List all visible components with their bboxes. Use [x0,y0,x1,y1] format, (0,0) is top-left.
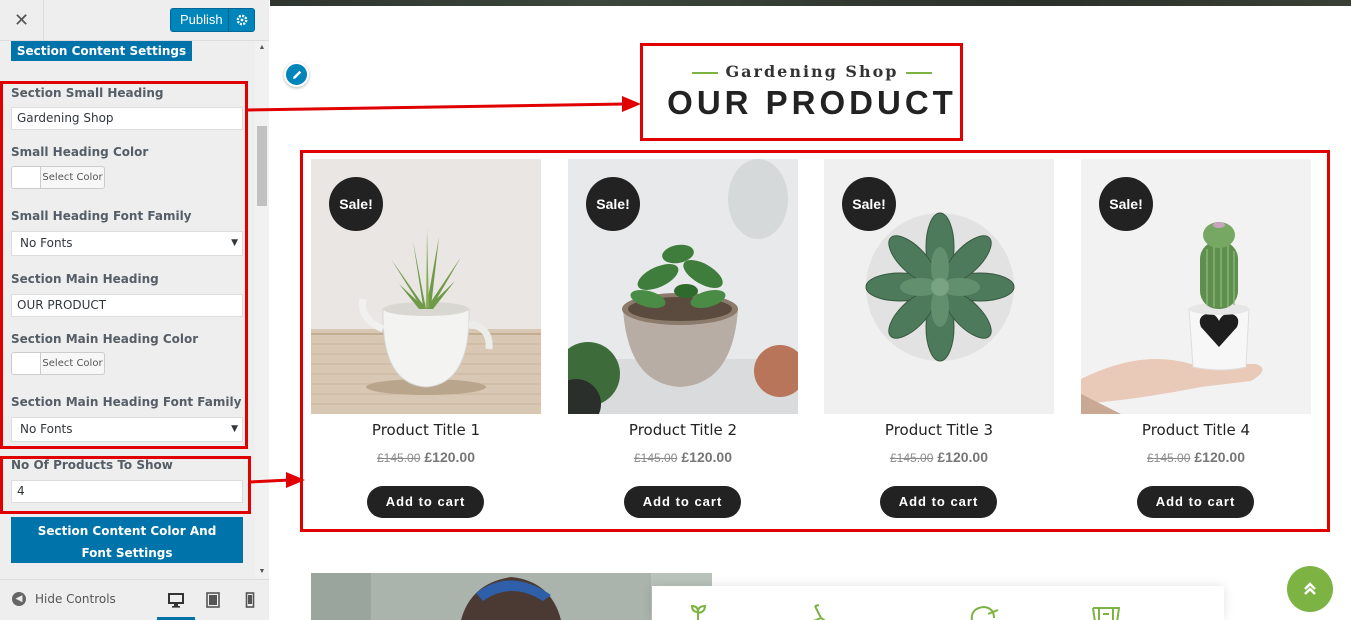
small-heading-color-label: Small Heading Color [11,145,149,159]
sale-price: £120.00 [681,449,732,465]
scroll-down-icon[interactable]: ▼ [255,568,269,575]
small-heading-color-picker[interactable]: Select Color [11,166,105,189]
small-heading-font-label: Small Heading Font Family [11,209,192,223]
main-heading-font-select[interactable]: No Fonts ▼ [11,417,243,442]
dropdown-arrow-icon: ▼ [231,238,238,248]
add-to-cart-button[interactable]: Add to cart [880,486,997,518]
publish-button[interactable]: Publish [170,8,233,32]
select-value: No Fonts [20,422,73,436]
small-heading-label: Section Small Heading [11,86,164,100]
old-price: £145.00 [377,451,421,465]
features-card [652,586,1224,620]
site-preview: Gardening Shop OUR PRODUCT Sale! Product… [270,0,1351,620]
product-price: £145.00 £120.00 [824,449,1054,465]
product-price: £145.00 £120.00 [1081,449,1311,465]
sale-badge: Sale! [842,177,896,231]
scroll-top-icon[interactable] [1287,566,1333,612]
product-price: £145.00 £120.00 [311,449,541,465]
trophy-icon [1092,607,1121,620]
customizer-controls: Section Content Settings Section Small H… [0,41,269,579]
section-small-heading: Gardening Shop [642,62,982,81]
small-heading-font-select[interactable]: No Fonts ▼ [11,231,243,256]
main-heading-font-label: Section Main Heading Font Family [11,395,242,409]
close-icon[interactable]: ✕ [0,0,44,41]
sale-price: £120.00 [424,449,475,465]
mobile-icon[interactable] [240,590,260,610]
customizer-panel: ✕ Publish Section Content Settings Secti… [0,0,269,620]
watering-can-icon [813,604,826,620]
hide-controls-label: Hide Controls [35,592,116,606]
add-to-cart-button[interactable]: Add to cart [367,486,484,518]
old-price: £145.00 [890,451,934,465]
product-title[interactable]: Product Title 4 [1081,421,1311,439]
desktop-icon[interactable] [157,590,195,620]
product-title[interactable]: Product Title 2 [568,421,798,439]
select-color-label: Select Color [42,172,103,183]
old-price: £145.00 [1147,451,1191,465]
heading-line-left [691,71,718,74]
scrollbar-thumb[interactable] [257,126,267,206]
sprout-icon [690,604,707,620]
products-count-input[interactable]: 4 [11,480,243,503]
hide-controls-icon: ◀ [12,592,26,606]
product-title[interactable]: Product Title 3 [824,421,1054,439]
scroll-up-icon[interactable]: ▲ [255,44,269,51]
hide-controls-button[interactable]: ◀ Hide Controls [12,592,116,606]
hero-image-bottom [270,0,1351,6]
dropdown-arrow-icon: ▼ [231,424,238,434]
product-title[interactable]: Product Title 1 [311,421,541,439]
select-color-label: Select Color [42,358,103,369]
product-price: £145.00 £120.00 [568,449,798,465]
edit-pencil-icon[interactable] [284,62,309,87]
heading-line-right [906,71,933,74]
section-content-settings-button[interactable]: Section Content Settings [11,41,192,61]
sale-price: £120.00 [937,449,988,465]
products-count-label: No Of Products To Show [11,458,173,472]
add-to-cart-button[interactable]: Add to cart [1137,486,1254,518]
add-to-cart-button[interactable]: Add to cart [624,486,741,518]
customizer-footer: ◀ Hide Controls [0,579,269,620]
panel-scrollbar[interactable]: ▲ ▼ [255,41,269,579]
main-heading-input[interactable]: OUR PRODUCT [11,294,243,317]
sale-badge: Sale! [586,177,640,231]
color-swatch [12,167,41,188]
gear-icon[interactable] [228,8,255,32]
sale-badge: Sale! [329,177,383,231]
main-heading-color-picker[interactable]: Select Color [11,352,105,375]
small-heading-input[interactable]: Gardening Shop [11,107,243,130]
old-price: £145.00 [634,451,678,465]
small-heading-text: Gardening Shop [725,62,899,81]
main-heading-label: Section Main Heading [11,272,159,286]
sale-price: £120.00 [1194,449,1245,465]
section-main-heading: OUR PRODUCT [667,84,957,121]
main-heading-color-label: Section Main Heading Color [11,332,199,346]
color-swatch [12,353,41,374]
tablet-icon[interactable] [203,590,223,610]
color-font-settings-button[interactable]: Section Content Color And Font Settings [11,517,243,563]
sale-badge: Sale! [1099,177,1153,231]
customizer-header: ✕ Publish [0,0,269,41]
select-value: No Fonts [20,236,73,250]
leaf-icon [970,605,999,620]
